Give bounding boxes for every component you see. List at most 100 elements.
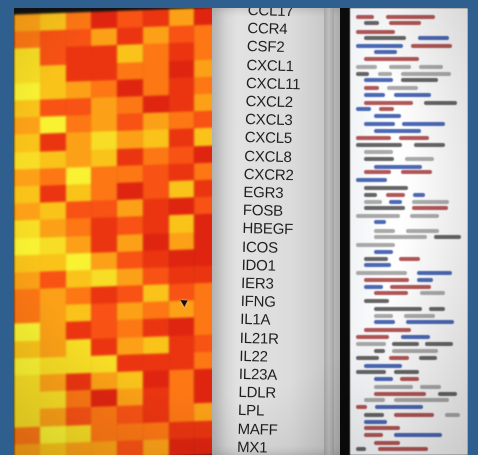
heatmap-cell <box>91 440 117 455</box>
heatmap-cell <box>168 145 195 164</box>
heatmap-cell <box>39 98 66 117</box>
code-line <box>356 405 367 410</box>
code-line <box>364 156 394 161</box>
heatmap-cell <box>14 409 40 428</box>
heatmap-cell <box>91 286 117 305</box>
heatmap-cell <box>168 42 195 61</box>
gene-label: EGR3 <box>243 183 284 202</box>
heatmap-cell <box>117 96 143 115</box>
code-line <box>437 391 458 396</box>
heatmap-cell <box>168 94 195 113</box>
code-line <box>364 93 385 98</box>
heatmap-cell <box>168 369 195 388</box>
heatmap-cell <box>142 335 169 354</box>
heatmap-cell <box>117 199 143 218</box>
code-line <box>374 385 413 390</box>
heatmap-cell <box>39 391 66 410</box>
code-line <box>377 71 393 76</box>
heatmap-cell <box>117 388 143 407</box>
heatmap-cell <box>117 319 143 338</box>
heatmap-cell <box>117 250 143 269</box>
heatmap-cell <box>142 249 169 268</box>
heatmap-cell <box>91 62 117 81</box>
heatmap-cell <box>117 216 143 235</box>
heatmap-cell <box>168 8 195 27</box>
monitor-gap <box>340 8 350 455</box>
heatmap-cell <box>117 371 143 390</box>
heatmap-cell <box>14 168 40 187</box>
heatmap-cell <box>91 406 117 425</box>
heatmap-cell <box>65 269 92 288</box>
heatmap-cell <box>65 132 92 151</box>
code-line <box>356 71 370 76</box>
heatmap-cell <box>39 425 66 444</box>
code-line <box>356 370 387 375</box>
gene-label: IL1A <box>240 311 271 330</box>
heatmap-cell <box>65 46 92 65</box>
heatmap-cell <box>39 150 66 169</box>
heatmap-cell <box>39 167 66 186</box>
heatmap-cell <box>168 438 195 455</box>
heatmap-cell <box>14 271 40 290</box>
code-line <box>374 249 394 254</box>
gene-label: CXCR2 <box>243 165 294 184</box>
gene-label: IL21R <box>239 329 280 348</box>
code-line <box>392 349 438 354</box>
code-line <box>419 385 441 390</box>
heatmap-cell <box>14 288 40 307</box>
heatmap-cell <box>65 338 92 357</box>
heatmap-cell <box>142 232 169 251</box>
heatmap-cell <box>14 202 40 221</box>
heatmap-cell <box>65 11 92 30</box>
heatmap-cell <box>65 235 92 254</box>
gene-label-panel: CCL17 CCR4 CSF2 CXCL1 CXCL11 CXCL2 CXCL3 CXCL5 C… <box>212 8 342 455</box>
heatmap-cell <box>117 113 143 132</box>
code-line <box>419 356 437 361</box>
code-line <box>374 235 427 240</box>
heatmap-cell <box>91 234 117 253</box>
heatmap-cell <box>168 59 195 78</box>
heatmap-cell <box>91 354 117 373</box>
code-line <box>405 156 434 161</box>
code-line <box>364 420 388 425</box>
heatmap-cell <box>39 47 66 66</box>
gene-label: IER3 <box>240 274 274 293</box>
code-line <box>377 447 429 452</box>
heatmap-cell <box>142 353 169 372</box>
heatmap-cell <box>168 386 195 405</box>
heatmap-cell <box>65 441 92 455</box>
heatmap-cell <box>14 219 40 239</box>
gene-label: LPL <box>237 402 265 420</box>
code-line <box>425 341 454 346</box>
heatmap-cell <box>142 370 169 389</box>
code-line <box>406 319 454 324</box>
heatmap-cell <box>91 11 117 30</box>
code-line <box>374 128 421 133</box>
code-line <box>364 206 405 211</box>
code-line <box>374 376 394 381</box>
code-line <box>356 44 404 49</box>
scrollbar[interactable] <box>324 8 334 455</box>
code-line <box>356 335 390 340</box>
gene-label: IDO1 <box>241 256 276 275</box>
gene-label: HBEGF <box>242 220 294 239</box>
code-line <box>400 335 430 340</box>
code-line <box>356 142 402 147</box>
heatmap-cell <box>117 44 143 63</box>
heatmap-cell <box>142 404 169 423</box>
code-line <box>374 349 386 354</box>
heatmap-cell <box>14 13 40 32</box>
gene-list: CCL17 CCR4 CSF2 CXCL1 CXCL11 CXCL2 CXCL3 CXCL5 C… <box>237 8 338 455</box>
heatmap-cell <box>91 165 117 184</box>
heatmap-cell <box>14 82 40 101</box>
code-line <box>417 278 434 283</box>
heatmap-cell <box>39 270 66 289</box>
heatmap-cell <box>91 320 117 339</box>
heatmap-cell <box>117 27 143 46</box>
heatmap-cell <box>14 323 40 342</box>
heatmap-cell <box>168 420 195 439</box>
gene-label: IL23A <box>238 365 278 384</box>
heatmap-cell <box>117 422 143 441</box>
heatmap-cell <box>14 443 40 455</box>
code-line <box>364 78 393 83</box>
